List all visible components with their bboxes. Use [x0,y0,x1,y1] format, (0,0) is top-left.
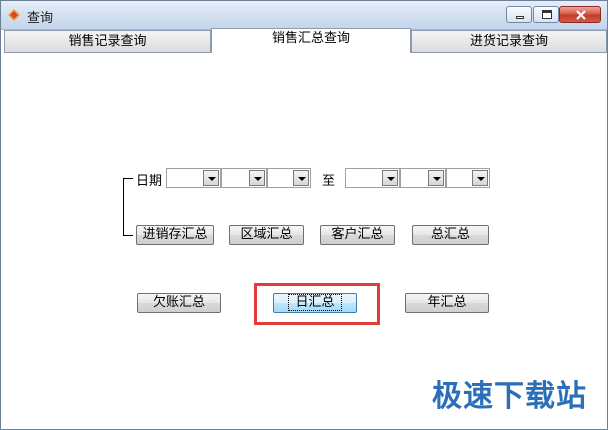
end-day-select[interactable] [446,168,490,188]
start-year-select[interactable] [166,168,221,188]
customer-summary-button[interactable]: 客户汇总 [320,225,395,245]
maximize-button[interactable] [533,6,559,23]
region-summary-button[interactable]: 区域汇总 [229,225,304,245]
date-to-label: 至 [322,174,336,189]
bracket-bottom [123,235,133,236]
watermark: 极速下载站 [432,379,587,414]
tab-sales-summary[interactable]: 销售汇总查询 [211,28,411,53]
inventory-summary-button[interactable]: 进销存汇总 [136,225,214,245]
start-month-select[interactable] [221,168,267,188]
chevron-down-icon[interactable] [293,170,309,186]
window-title: 查询 [27,11,54,26]
close-icon [576,10,586,20]
tab-sales-records[interactable]: 销售记录查询 [4,30,211,53]
title-bar[interactable]: 查询 [1,1,607,30]
date-label: 日期 [136,174,163,189]
chevron-down-icon[interactable] [249,170,265,186]
app-icon [8,9,20,21]
tab-bar: 销售记录查询 销售汇总查询 进货记录查询 [4,28,607,53]
chevron-down-icon[interactable] [203,170,219,186]
close-button[interactable] [559,6,601,23]
chevron-down-icon[interactable] [382,170,398,186]
highlight-box [254,283,380,325]
yearly-summary-button[interactable]: 年汇总 [405,293,489,313]
chevron-down-icon[interactable] [428,170,444,186]
query-window: 查询 销售记录查询 销售汇总查询 进货记录查询 日期 至 进销存汇总 区域汇总 … [0,0,608,430]
minimize-icon [516,16,524,19]
start-day-select[interactable] [267,168,311,188]
debt-summary-button[interactable]: 欠账汇总 [137,293,221,313]
minimize-button[interactable] [506,6,532,23]
maximize-icon [542,10,552,19]
end-year-select[interactable] [345,168,400,188]
group-bracket [123,178,124,235]
tab-purchase-records[interactable]: 进货记录查询 [411,30,607,53]
bracket-top [123,178,133,179]
chevron-down-icon[interactable] [472,170,488,186]
total-summary-button[interactable]: 总汇总 [412,225,489,245]
end-month-select[interactable] [400,168,446,188]
